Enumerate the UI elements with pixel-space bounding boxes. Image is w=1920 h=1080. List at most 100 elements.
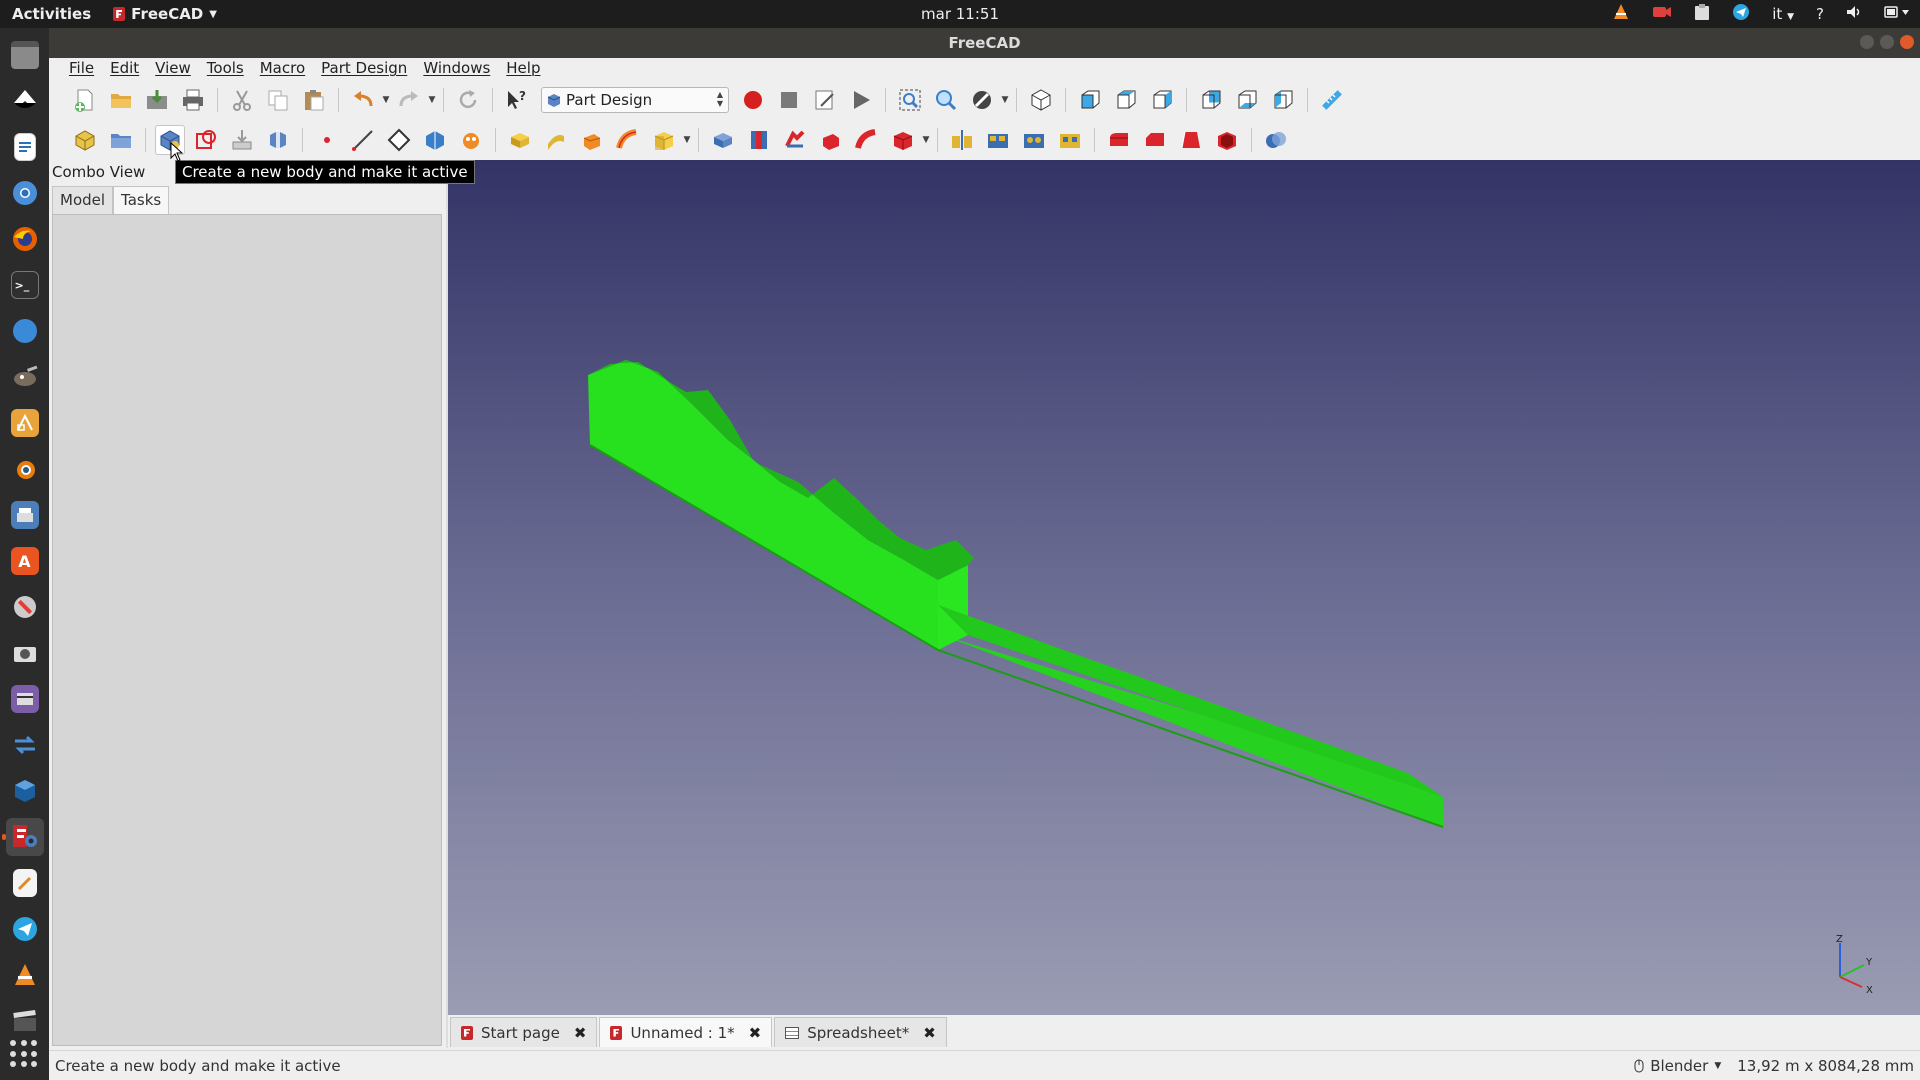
macro-stop-icon[interactable]	[774, 85, 804, 115]
dock-blender[interactable]	[6, 450, 44, 488]
view-section-icon[interactable]	[263, 125, 293, 155]
groove-icon[interactable]	[780, 125, 810, 155]
tab-model[interactable]: Model	[52, 186, 114, 214]
keyboard-layout[interactable]: it ▼	[1772, 5, 1794, 23]
menu-file[interactable]: File	[61, 59, 102, 77]
revolution-icon[interactable]	[541, 125, 571, 155]
fit-selection-icon[interactable]	[931, 85, 961, 115]
pocket-icon[interactable]	[708, 125, 738, 155]
boolean-icon[interactable]	[1261, 125, 1291, 155]
minimize-button[interactable]	[1860, 35, 1874, 49]
polar-pattern-icon[interactable]	[1019, 125, 1049, 155]
close-tab-icon[interactable]: ✖	[574, 1024, 587, 1042]
measure-distance-icon[interactable]	[1317, 85, 1347, 115]
whats-this-icon[interactable]: ?	[502, 85, 532, 115]
dock-software[interactable]: A	[6, 542, 44, 580]
print-icon[interactable]	[178, 85, 208, 115]
subtractive-pipe-icon[interactable]	[852, 125, 882, 155]
subtractive-loft-icon[interactable]	[816, 125, 846, 155]
refresh-icon[interactable]	[453, 85, 483, 115]
redo-icon[interactable]	[394, 85, 424, 115]
doc-tab-spreadsheet[interactable]: Spreadsheet* ✖	[774, 1017, 947, 1047]
view-right-icon[interactable]	[1147, 85, 1177, 115]
dock-inkscape[interactable]	[6, 82, 44, 120]
workbench-selector[interactable]: Part Design ▲ ▼	[541, 87, 729, 113]
save-icon[interactable]	[142, 85, 172, 115]
dock-vlc[interactable]	[6, 956, 44, 994]
additive-pipe-icon[interactable]	[613, 125, 643, 155]
menu-tools[interactable]: Tools	[199, 59, 252, 77]
multi-transform-icon[interactable]	[1055, 125, 1085, 155]
doc-tab-start-page[interactable]: Start page ✖	[450, 1017, 598, 1047]
maximize-button[interactable]	[1880, 35, 1894, 49]
undo-dropdown-icon[interactable]: ▼	[381, 85, 391, 115]
hole-icon[interactable]	[744, 125, 774, 155]
menu-windows[interactable]: Windows	[415, 59, 498, 77]
additive-primitive-dropdown-icon[interactable]: ▼	[682, 125, 692, 155]
cut-icon[interactable]	[227, 85, 257, 115]
clipboard-icon[interactable]	[1694, 3, 1710, 25]
macro-run-icon[interactable]	[846, 85, 876, 115]
green-wave-solid[interactable]	[448, 160, 1920, 1015]
close-button[interactable]	[1900, 35, 1914, 49]
dock-telegram[interactable]	[6, 910, 44, 948]
validate-sketch-icon[interactable]	[227, 125, 257, 155]
draw-style-dropdown-icon[interactable]: ▼	[1000, 85, 1010, 115]
menu-edit[interactable]: Edit	[102, 59, 147, 77]
datum-plane-icon[interactable]	[384, 125, 414, 155]
dock-text-editor[interactable]	[6, 864, 44, 902]
copy-icon[interactable]	[263, 85, 293, 115]
menu-view[interactable]: View	[147, 59, 199, 77]
help-icon[interactable]: ?	[1816, 5, 1824, 23]
screen-recorder-icon[interactable]	[1652, 4, 1672, 24]
chamfer-icon[interactable]	[1140, 125, 1170, 155]
dock-browser[interactable]	[6, 312, 44, 350]
pad-icon[interactable]	[505, 125, 535, 155]
show-applications-icon[interactable]	[10, 1040, 38, 1068]
view-bottom-icon[interactable]	[1232, 85, 1262, 115]
navigation-style[interactable]: Blender ▼	[1634, 1057, 1721, 1075]
dock-tools[interactable]	[6, 588, 44, 626]
clone-icon[interactable]	[456, 125, 486, 155]
close-tab-icon[interactable]: ✖	[749, 1024, 762, 1042]
thickness-icon[interactable]	[1212, 125, 1242, 155]
tab-tasks[interactable]: Tasks	[113, 186, 170, 214]
linear-pattern-icon[interactable]	[983, 125, 1013, 155]
dock-freecad[interactable]	[1, 818, 44, 856]
group-icon[interactable]	[106, 125, 136, 155]
app-menu[interactable]: FreeCAD ▼	[113, 5, 217, 23]
view-top-icon[interactable]	[1111, 85, 1141, 115]
part-icon[interactable]	[70, 125, 100, 155]
doc-tab-unnamed[interactable]: Unnamed : 1* ✖	[599, 1017, 773, 1047]
dock-files[interactable]	[6, 36, 44, 74]
additive-loft-icon[interactable]	[577, 125, 607, 155]
activities-button[interactable]: Activities	[0, 5, 103, 23]
draft-icon[interactable]	[1176, 125, 1206, 155]
dock-chromium[interactable]	[6, 174, 44, 212]
dock-terminal[interactable]: >_	[6, 266, 44, 304]
dock-virtualbox[interactable]	[6, 772, 44, 810]
close-tab-icon[interactable]: ✖	[923, 1024, 936, 1042]
dock-flow[interactable]	[6, 726, 44, 764]
shape-binder-icon[interactable]	[420, 125, 450, 155]
view-left-icon[interactable]	[1268, 85, 1298, 115]
fillet-icon[interactable]	[1104, 125, 1134, 155]
macro-edit-icon[interactable]	[810, 85, 840, 115]
dock-video-editor[interactable]	[6, 680, 44, 718]
menu-part-design[interactable]: Part Design	[313, 59, 415, 77]
dock-scanner[interactable]	[6, 496, 44, 534]
create-sketch-icon[interactable]	[191, 125, 221, 155]
dock-gimp[interactable]	[6, 358, 44, 396]
3d-viewport[interactable]	[448, 160, 1920, 1015]
battery-icon[interactable]	[1884, 5, 1910, 23]
vlc-tray-icon[interactable]	[1612, 3, 1630, 25]
undo-icon[interactable]	[348, 85, 378, 115]
view-front-icon[interactable]	[1075, 85, 1105, 115]
view-isometric-icon[interactable]	[1026, 85, 1056, 115]
paste-icon[interactable]	[299, 85, 329, 115]
menu-macro[interactable]: Macro	[252, 59, 313, 77]
window-titlebar[interactable]: FreeCAD	[49, 28, 1920, 58]
telegram-tray-icon[interactable]	[1732, 3, 1750, 25]
new-document-icon[interactable]	[70, 85, 100, 115]
view-rear-icon[interactable]	[1196, 85, 1226, 115]
